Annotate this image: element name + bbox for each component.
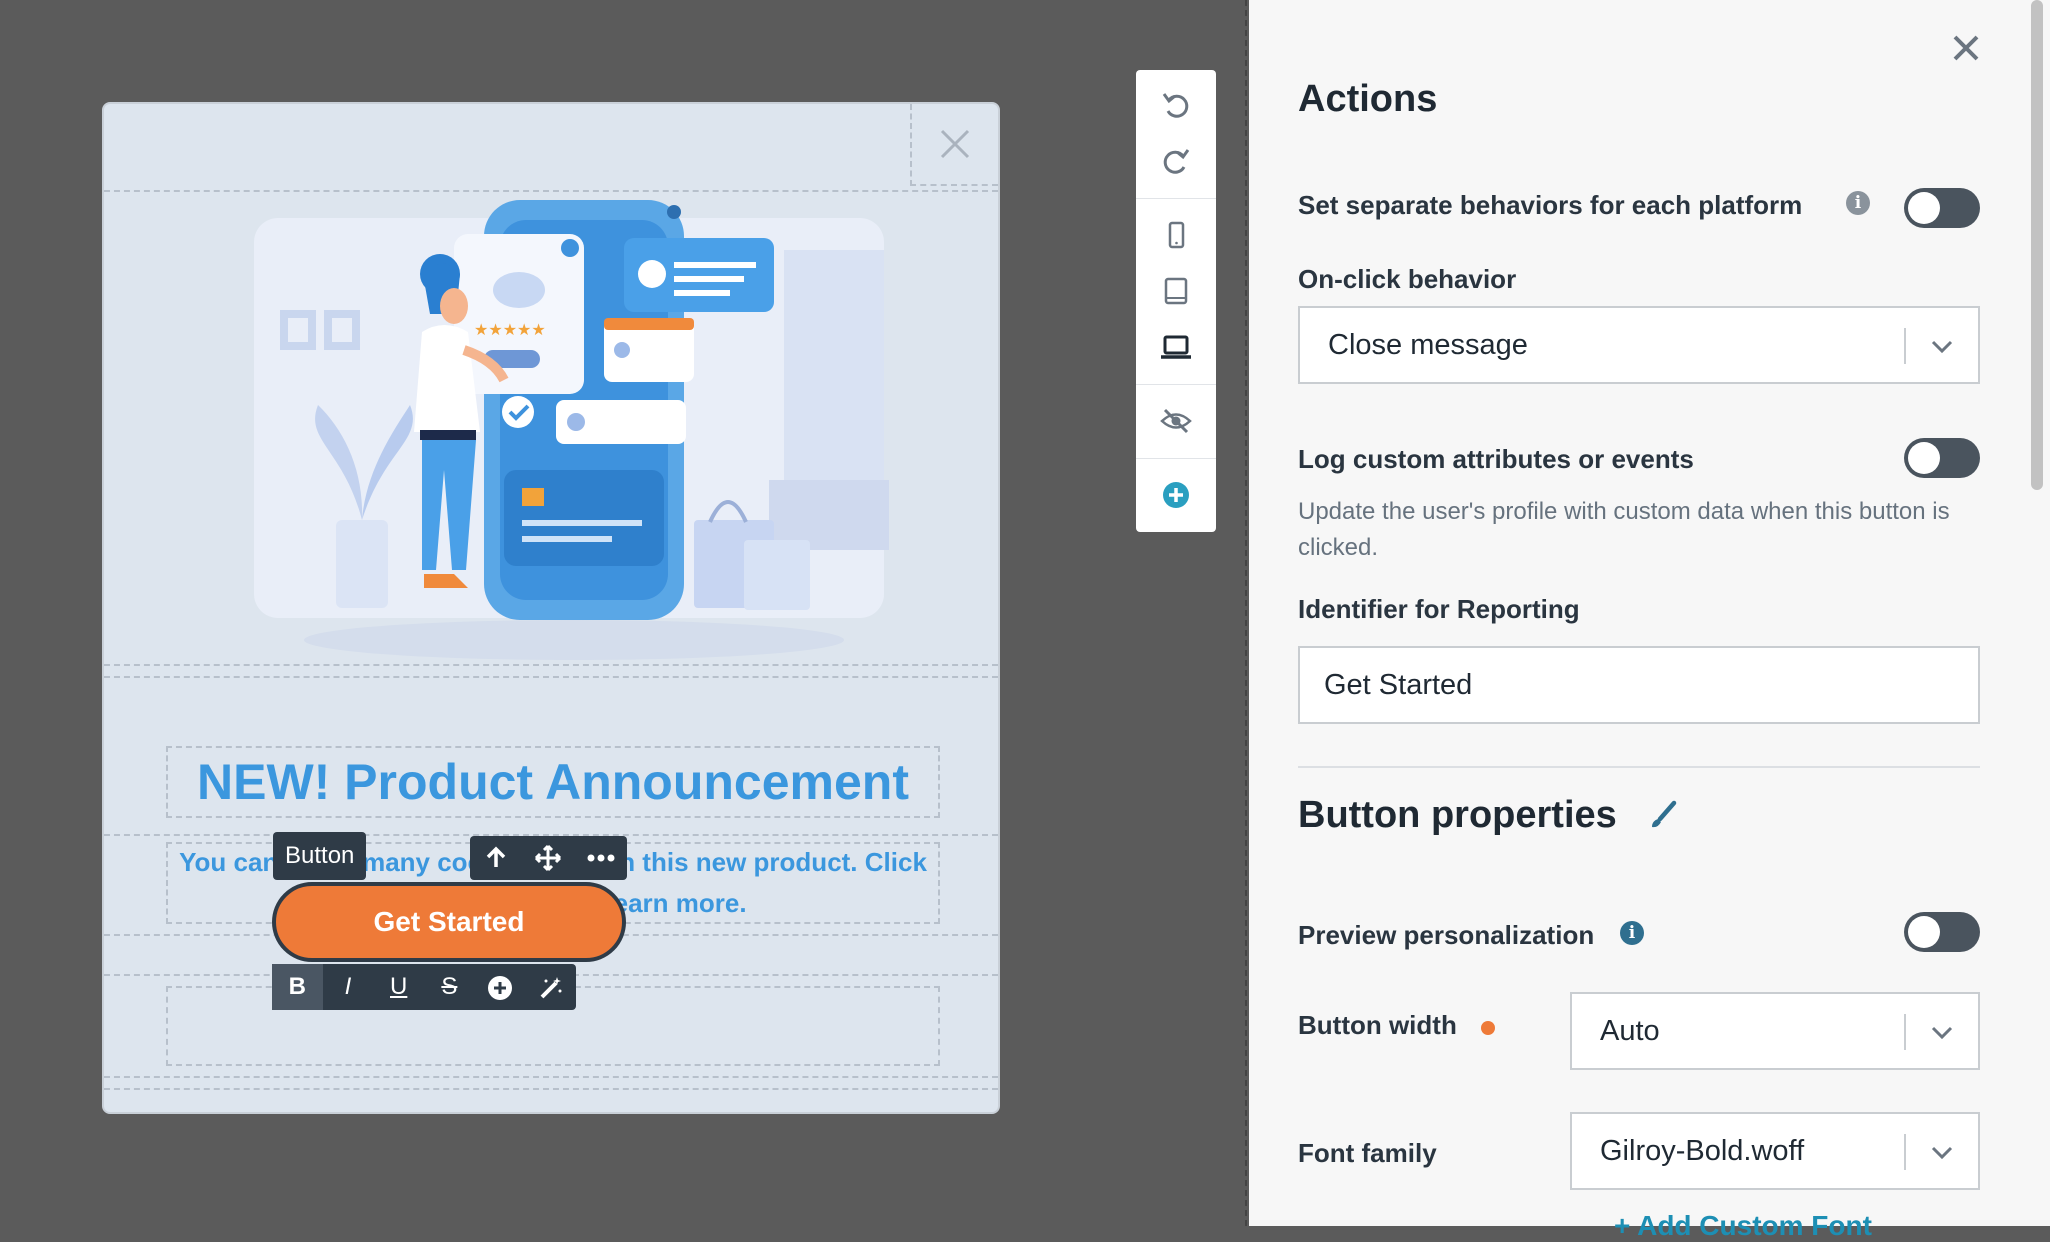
select-divider [1904, 1134, 1906, 1170]
desktop-preview-button[interactable] [1136, 322, 1216, 372]
chevron-down-icon [1931, 1026, 1953, 1040]
toggle-knob [1908, 916, 1940, 948]
font-family-label: Font family [1298, 1138, 1437, 1168]
add-custom-font-link[interactable]: + Add Custom Font [1614, 1210, 1872, 1242]
arrow-up-icon[interactable] [483, 845, 509, 871]
onclick-behavior-label: On-click behavior [1298, 264, 1517, 294]
announcement-illustration[interactable]: ★★★★★ [104, 190, 998, 694]
get-started-button[interactable]: Get Started [272, 882, 626, 962]
text-format-toolbar: B I U S [272, 964, 576, 1010]
mobile-icon [1168, 221, 1185, 249]
log-custom-label: Log custom attributes or events [1298, 444, 1694, 474]
identifier-input[interactable]: Get Started [1298, 646, 1980, 724]
strikethrough-button[interactable]: S [424, 964, 475, 1010]
separate-behaviors-label: Set separate behaviors for each platform [1298, 190, 1803, 220]
separate-behaviors-toggle[interactable] [1904, 188, 1980, 228]
row-guide [104, 664, 998, 666]
block-toolbar [470, 836, 627, 880]
more-icon[interactable] [587, 853, 615, 863]
toggle-knob [1908, 192, 1940, 224]
row-guide [104, 676, 998, 678]
onclick-behavior-value: Close message [1328, 329, 1528, 361]
panel-title: Actions [1298, 78, 1438, 120]
chevron-down-icon [1931, 1146, 1953, 1160]
paintbrush-icon[interactable] [1648, 800, 1678, 832]
headline-block[interactable]: NEW! Product Announcement [166, 746, 940, 818]
toolbar-divider [1136, 198, 1216, 199]
font-family-value: Gilroy-Bold.woff [1600, 1135, 1805, 1167]
bold-button[interactable]: B [272, 964, 323, 1010]
identifier-label: Identifier for Reporting [1298, 594, 1580, 624]
undo-button[interactable] [1136, 80, 1216, 130]
toolbar-divider [1136, 384, 1216, 385]
redo-icon [1163, 149, 1190, 174]
headline-text[interactable]: NEW! Product Announcement [197, 753, 909, 811]
underline-button[interactable]: U [373, 964, 424, 1010]
row-guide [104, 1088, 998, 1090]
message-close-button[interactable] [910, 104, 998, 186]
close-icon [1953, 35, 1979, 61]
log-custom-toggle[interactable] [1904, 438, 1980, 478]
info-icon[interactable]: i [1846, 191, 1870, 215]
section-divider [1298, 766, 1980, 768]
panel-scrollbar[interactable] [2031, 0, 2043, 490]
insert-button[interactable] [475, 964, 526, 1010]
hide-preview-button[interactable] [1136, 396, 1216, 446]
panel-close-button[interactable] [1948, 30, 1984, 66]
undo-icon [1162, 93, 1189, 118]
magic-wand-icon [540, 976, 562, 999]
move-icon[interactable] [534, 844, 562, 872]
redo-button[interactable] [1136, 136, 1216, 186]
mobile-preview-button[interactable] [1136, 210, 1216, 260]
button-width-select[interactable]: Auto [1570, 992, 1980, 1070]
magic-format-button[interactable] [525, 964, 576, 1010]
button-properties-title: Button properties [1298, 794, 1617, 836]
preview-personalization-label: Preview personalization [1298, 920, 1595, 950]
close-icon [940, 129, 970, 159]
info-icon[interactable]: i [1620, 921, 1644, 945]
onclick-behavior-select[interactable]: Close message [1298, 306, 1980, 384]
plus-circle-icon [1163, 482, 1189, 508]
preview-personalization-toggle[interactable] [1904, 912, 1980, 952]
svg-text:★★★★★: ★★★★★ [474, 320, 546, 339]
editor-side-toolbar [1136, 70, 1216, 532]
identifier-value: Get Started [1324, 669, 1473, 701]
chevron-down-icon [1931, 340, 1953, 354]
row-guide [104, 1076, 998, 1078]
select-divider [1904, 328, 1906, 364]
add-block-button[interactable] [1136, 470, 1216, 520]
select-divider [1904, 1014, 1906, 1050]
message-preview[interactable]: ★★★★★ NEW! Product Announcement You can … [102, 102, 1000, 1114]
tablet-icon [1164, 277, 1188, 305]
italic-button[interactable]: I [323, 964, 374, 1010]
laptop-icon [1161, 335, 1191, 359]
toolbar-divider [1136, 458, 1216, 459]
eye-slash-icon [1160, 408, 1192, 434]
log-custom-helper: Update the user's profile with custom da… [1298, 498, 1950, 561]
toggle-knob [1908, 442, 1940, 474]
modified-indicator-dot [1481, 1021, 1495, 1035]
font-family-select[interactable]: Gilroy-Bold.woff [1570, 1112, 1980, 1190]
button-width-label: Button width [1298, 1010, 1457, 1040]
tablet-preview-button[interactable] [1136, 266, 1216, 316]
button-width-value: Auto [1600, 1015, 1660, 1047]
button-block-tag: Button [273, 832, 367, 880]
plus-circle-icon [488, 975, 513, 1000]
